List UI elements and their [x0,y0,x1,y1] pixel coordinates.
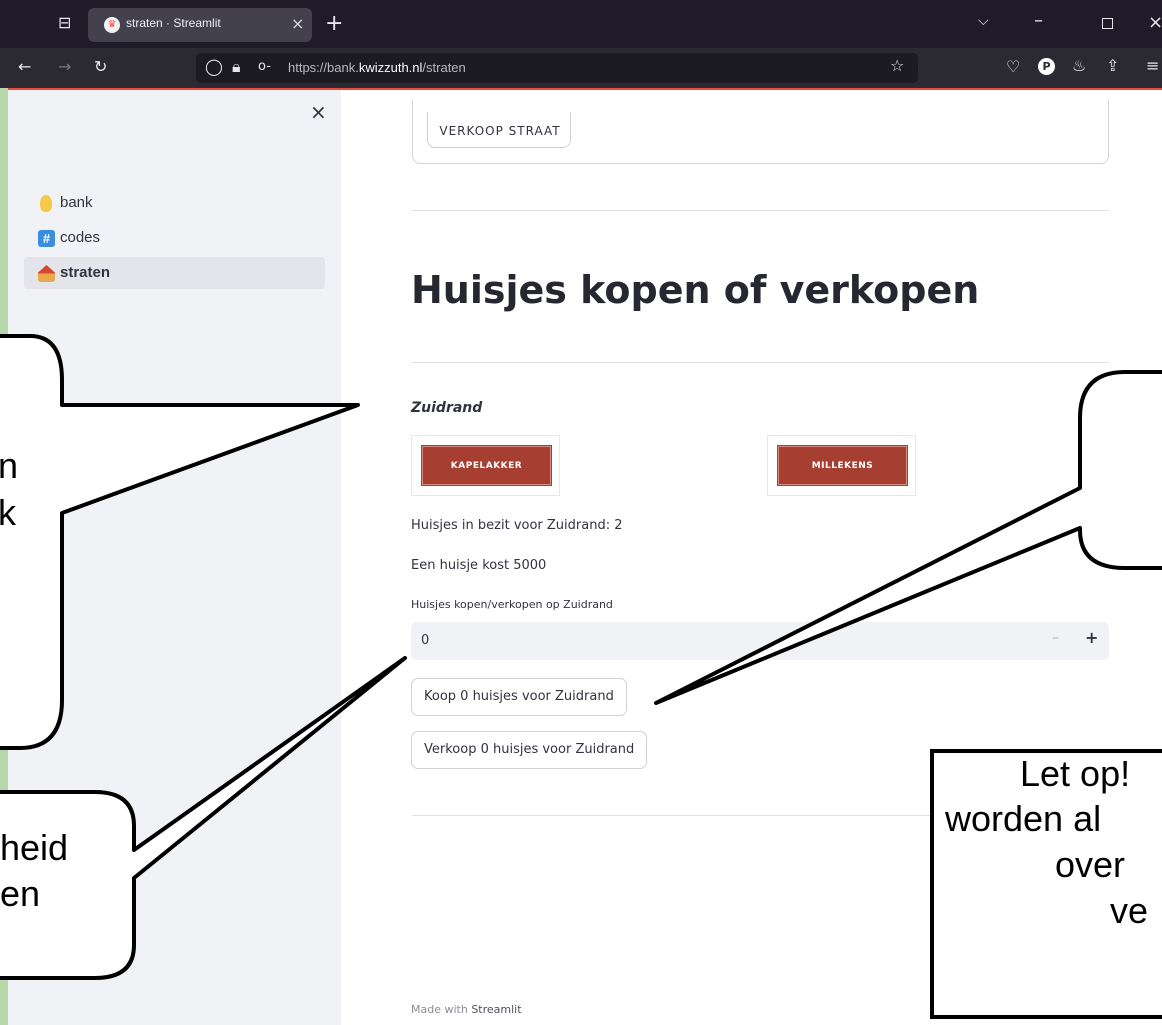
bubble-bottom-left-line2: en [0,873,41,914]
bubble-bottom-left-line1: heid [0,827,69,868]
sidebar-item-label: bank [60,194,93,211]
street-card-banner: MILLEKENS [777,445,908,486]
bubble-bottom-right-line2: worden al [945,798,1102,839]
menu-icon[interactable]: ≡ [1146,56,1159,76]
pocket-icon[interactable]: ♡ [1006,57,1020,77]
bubble-left-top-line2: k [0,492,16,533]
tab-overview-icon[interactable]: ⊟ [58,13,71,33]
forward-arrow-icon[interactable]: → [58,57,71,77]
lightbulb-icon [40,195,52,212]
sell-houses-button[interactable]: Verkoop 0 huisjes voor Zuidrand [411,731,648,769]
url-prefix: https://bank. [288,60,359,75]
bubble-bottom-right-line3: over [1055,844,1126,885]
footer-prefix: Made with [411,1003,472,1016]
sidebar-item-label: codes [60,229,101,246]
number-input-label: Huisjes kopen/verkopen op Zuidrand [411,598,613,611]
bookmark-star-icon[interactable]: ☆ [890,56,904,76]
bubble-bottom-right-line1: Let op! [1020,753,1131,794]
new-tab-plus-icon[interactable]: + [325,11,343,36]
decrement-icon[interactable]: – [1052,630,1059,646]
sidebar-item-straten[interactable]: straten [24,257,325,289]
street-card-label: MILLEKENS [811,461,874,471]
verkoop-straat-label: VERKOOP STRAAT [439,124,561,138]
url-path: /straten [422,60,466,75]
sidebar-close-icon[interactable]: × [310,100,327,124]
divider [412,210,1109,211]
sidebar-item-codes[interactable]: # codes [24,222,325,254]
street-card-banner: KAPELAKKER [421,445,552,486]
reload-icon[interactable]: ↻ [94,57,107,77]
street-card-label: KAPELAKKER [450,461,523,471]
lock-icon[interactable]: 🔒︎ [232,57,241,77]
bubble-left-top-line1: n [0,445,19,486]
street-card-millekens: MILLEKENS [767,435,916,496]
hash-icon: # [38,230,55,247]
extension-p-icon[interactable]: P [1038,58,1055,75]
house-price-text: Een huisje kost 5000 [411,558,547,573]
shield-icon[interactable]: ◯ [205,57,223,77]
tab-list-chevron-icon[interactable]: ⌵ [978,13,989,29]
window-close-icon[interactable]: × [1148,12,1162,33]
street-card-kapelakker: KAPELAKKER [411,435,560,496]
sidebar-item-label: straten [60,264,111,281]
tab-close-icon[interactable]: × [291,14,304,33]
footer-brand[interactable]: Streamlit [471,1003,521,1016]
owned-houses-text: Huisjes in bezit voor Zuidrand: 2 [411,518,623,533]
number-input-value[interactable]: 0 [421,633,429,648]
house-icon [38,265,55,282]
back-arrow-icon[interactable]: ← [18,57,31,77]
sidebar-item-bank[interactable]: bank [24,187,325,219]
verkoop-straat-button[interactable]: VERKOOP STRAAT [427,112,571,148]
footer: Made with Streamlit [411,1003,522,1016]
key-icon[interactable]: o- [258,57,271,77]
extension-badge-icon[interactable]: ♨ [1072,56,1086,76]
share-icon[interactable]: ⇪ [1106,56,1119,76]
window-minimize-icon[interactable]: – [1034,10,1043,31]
houses-number-input[interactable] [411,622,1109,660]
window-maximize-icon[interactable] [1102,18,1113,29]
increment-icon[interactable]: + [1085,628,1098,647]
bubble-bottom-right-line4: ve [1110,890,1149,931]
tab-title: straten · Streamlit [126,16,221,30]
divider [412,362,1109,363]
streamlit-crown-icon: ♛ [104,17,120,33]
page-heading: Huisjes kopen of verkopen [411,268,980,312]
zone-name: Zuidrand [411,400,483,416]
buy-houses-button[interactable]: Koop 0 huisjes voor Zuidrand [411,678,627,716]
url-domain: kwizzuth.nl [358,60,423,75]
url-text[interactable]: https://bank.kwizzuth.nl/straten [288,60,466,75]
